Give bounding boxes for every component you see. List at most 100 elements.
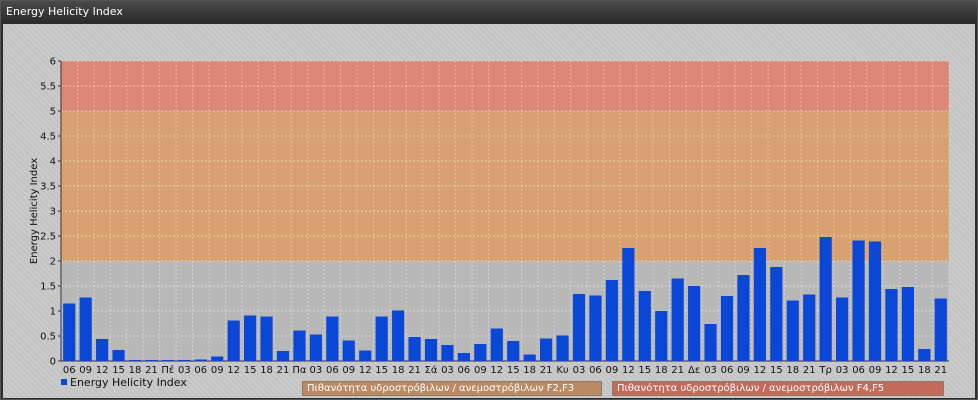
bar xyxy=(836,297,849,361)
x-tick-label: 21 xyxy=(671,365,684,376)
band-label-f2f3: Πιθανότητα υδροστρόβιλων / ανεμοστρόβιλω… xyxy=(302,381,602,396)
bar xyxy=(868,241,882,361)
x-tick-label: 06 xyxy=(852,365,865,376)
x-tick-label: 06 xyxy=(458,365,471,376)
bar xyxy=(655,311,668,361)
chart-window: Energy Helicity Index 0 0.5 1 1.5 2 2.5 3 3.5 4 4… xyxy=(0,0,978,400)
bar xyxy=(753,248,766,361)
x-tick-label: 12 xyxy=(754,365,767,376)
bar xyxy=(227,320,240,361)
chart-panel: 0 0.5 1 1.5 2 2.5 3 3.5 4 4.5 5 5.5 6 Energy Helicity… xyxy=(3,24,975,398)
x-tick-label: Κυ xyxy=(556,365,569,376)
x-tick-label: 09 xyxy=(737,365,750,376)
x-tick-label: 03 xyxy=(573,365,586,376)
bar xyxy=(244,315,257,361)
y-tick-label: 0.5 xyxy=(40,332,56,343)
x-tick-label: 15 xyxy=(770,365,783,376)
bar xyxy=(457,353,470,361)
x-tick-label: 09 xyxy=(342,365,355,376)
x-tick-label: 18 xyxy=(918,365,931,376)
y-tick-label: 1 xyxy=(50,307,56,318)
x-tick-label: Πα xyxy=(292,365,307,376)
x-tick-label: 12 xyxy=(359,365,372,376)
bar xyxy=(901,287,914,361)
band-label-f4f5: Πιθανότητα υδροστρόβιλων / ανεμοστρόβιλω… xyxy=(612,381,944,396)
y-tick-label: 5.5 xyxy=(40,82,56,93)
bar xyxy=(178,360,191,361)
y-tick-label: 3.5 xyxy=(40,182,56,193)
x-tick-label: 03 xyxy=(836,365,849,376)
bar xyxy=(622,248,635,361)
bar xyxy=(638,291,651,361)
bar xyxy=(918,349,931,361)
bar xyxy=(96,339,109,361)
x-tick-label: 21 xyxy=(803,365,816,376)
bar xyxy=(688,286,701,361)
x-tick-label: 12 xyxy=(885,365,898,376)
x-tick-label: 06 xyxy=(194,365,207,376)
bar xyxy=(934,298,947,361)
y-tick-label: 0 xyxy=(50,357,56,368)
bar xyxy=(161,360,174,361)
legend-label: Energy Helicity Index xyxy=(70,376,187,389)
bar xyxy=(408,337,421,361)
bar xyxy=(556,335,569,361)
bar xyxy=(671,278,684,361)
bar xyxy=(128,360,142,361)
bar xyxy=(490,328,503,361)
legend-swatch xyxy=(61,379,67,385)
y-tick-label: 4.5 xyxy=(40,132,56,143)
y-tick-label: 4 xyxy=(50,157,56,168)
x-tick-label: 18 xyxy=(523,365,536,376)
x-tick-label: 15 xyxy=(112,365,125,376)
y-axis-title: Energy Helicity Index xyxy=(29,158,40,264)
y-tick-label: 2 xyxy=(50,257,56,268)
x-tick-label: 09 xyxy=(79,365,92,376)
x-tick-label: 06 xyxy=(589,365,602,376)
bar xyxy=(507,341,520,361)
x-tick-label: 18 xyxy=(655,365,668,376)
x-tick-label: 15 xyxy=(902,365,915,376)
bar xyxy=(786,300,799,361)
x-tick-label: 03 xyxy=(704,365,717,376)
y-tick-label: 1.5 xyxy=(40,282,56,293)
bar xyxy=(441,345,454,361)
bar xyxy=(392,310,405,361)
x-tick-label: 09 xyxy=(474,365,487,376)
bar xyxy=(720,296,734,361)
bar xyxy=(885,289,898,361)
x-tick-label: 03 xyxy=(310,365,323,376)
bar xyxy=(803,294,816,361)
bar xyxy=(145,360,158,361)
bar xyxy=(737,275,750,361)
bar xyxy=(194,359,207,361)
bar xyxy=(276,351,290,361)
x-tick-label: 18 xyxy=(260,365,273,376)
x-tick-label: Δε xyxy=(688,365,700,376)
bar xyxy=(375,316,388,361)
bar xyxy=(359,350,372,361)
x-tick-label: 18 xyxy=(786,365,799,376)
bar xyxy=(474,344,487,361)
x-tick-label: 18 xyxy=(129,365,142,376)
x-tick-label: 09 xyxy=(606,365,619,376)
x-tick-label: 15 xyxy=(244,365,257,376)
x-tick-label: 03 xyxy=(178,365,191,376)
x-tick-label: 21 xyxy=(145,365,158,376)
bar xyxy=(523,354,536,361)
bar xyxy=(342,340,355,361)
x-tick-label: 21 xyxy=(934,365,947,376)
bar xyxy=(63,303,76,361)
bar xyxy=(309,334,322,361)
x-tick-label: 15 xyxy=(507,365,520,376)
x-tick-label: 12 xyxy=(490,365,503,376)
y-tick-label: 6 xyxy=(50,57,56,68)
x-tick-label: 09 xyxy=(211,365,224,376)
x-tick-label: 15 xyxy=(375,365,388,376)
window-title: Energy Helicity Index xyxy=(6,5,123,18)
y-tick-label: 3 xyxy=(50,207,56,218)
window-titlebar: Energy Helicity Index xyxy=(1,1,977,23)
bar xyxy=(589,295,602,361)
bar xyxy=(112,350,125,361)
x-tick-label: 12 xyxy=(622,365,635,376)
